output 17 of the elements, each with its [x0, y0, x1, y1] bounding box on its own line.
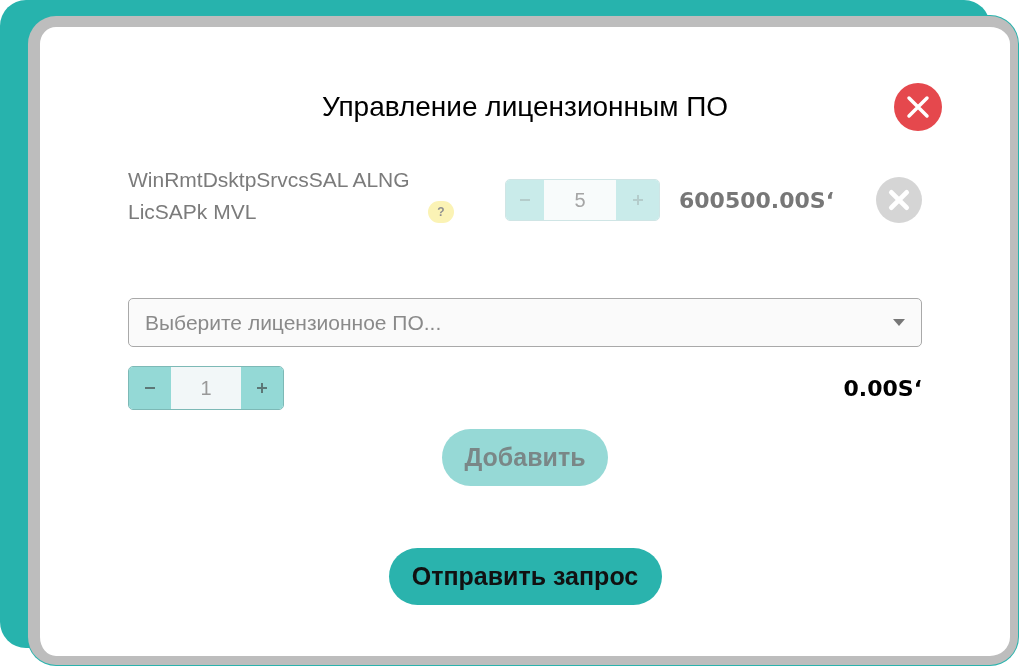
remove-button[interactable]	[876, 177, 922, 223]
plus-icon	[632, 195, 643, 205]
license-name: WinRmtDsktpSrvcsSAL ALNG LicSAPk MVL	[128, 167, 411, 225]
decrease-button[interactable]	[129, 367, 171, 409]
license-select[interactable]: Выберите лицензионное ПО...	[128, 298, 922, 347]
minus-icon	[145, 387, 155, 389]
caret-icon	[893, 319, 905, 326]
plus-icon	[257, 383, 267, 393]
submit-button[interactable]: Отправить запрос	[388, 548, 662, 605]
remove-icon	[876, 177, 922, 223]
total-price: 0.00S‘	[843, 374, 922, 403]
close-button[interactable]	[894, 83, 942, 131]
increase-button[interactable]	[241, 367, 283, 409]
license-price: 600500.00S‘	[679, 186, 835, 215]
dialog-title: Управление лицензионным ПО	[321, 93, 729, 121]
close-icon	[894, 83, 942, 131]
quantity-field[interactable]: 1	[171, 367, 241, 409]
